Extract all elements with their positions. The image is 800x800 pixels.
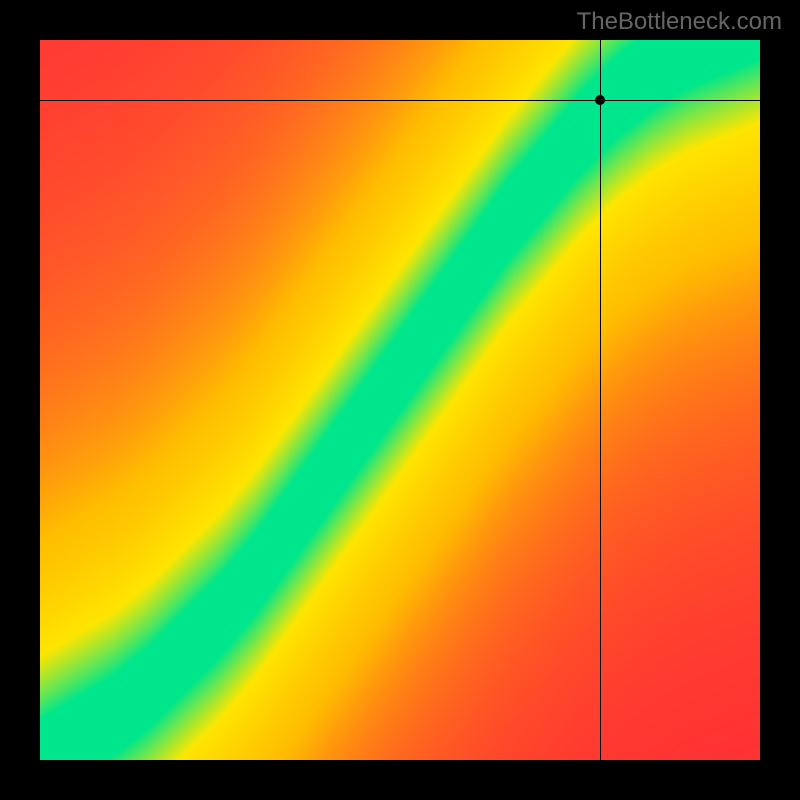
chart-container: TheBottleneck.com <box>0 0 800 800</box>
heatmap-plot <box>40 40 760 760</box>
heatmap-canvas <box>40 40 760 760</box>
crosshair-horizontal <box>40 100 760 101</box>
crosshair-vertical <box>600 40 601 760</box>
watermark-text: TheBottleneck.com <box>577 8 782 36</box>
selection-marker <box>595 95 605 105</box>
